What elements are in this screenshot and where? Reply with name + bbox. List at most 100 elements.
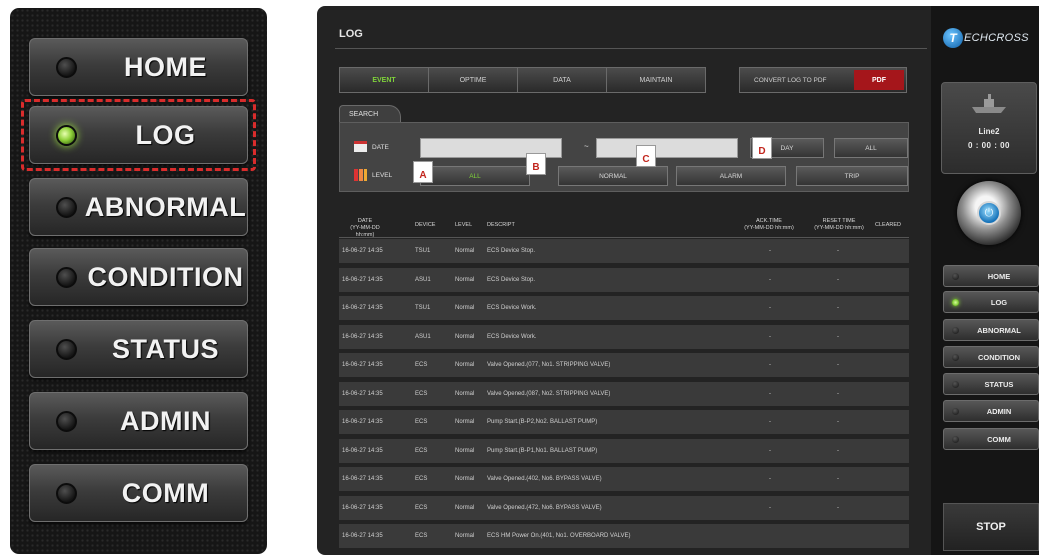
cell-reset-time: - [837,447,839,454]
cell-description: ECS Device Stop. [487,248,536,254]
table-row[interactable]: 16-06-27 14:35 ECS Normal Valve Opened.(402… [339,467,909,493]
cell-ack-time: - [769,504,771,511]
level-normal-button[interactable]: NORMAL [558,166,668,186]
column-cleared: CLEARED [875,222,901,228]
status-led-icon [56,339,77,360]
cell-reset-time: - [837,333,839,340]
cell-date: 16-06-27 14:35 [342,305,383,311]
sidebar-abnormal-button[interactable]: ABNORMAL [943,319,1039,341]
table-row[interactable]: 16-06-27 14:35 ECS Normal Pump Start.(B-P2,… [339,410,909,436]
sidebar-button-label: HOME [987,271,1011,281]
logo-mark-icon: T [943,28,963,48]
tab-data[interactable]: DATA [517,67,607,93]
cell-date: 16-06-27 14:35 [342,333,383,340]
cell-description: ECS Device Work. [487,305,537,311]
abnormal-button-label: ABNORMAL [84,191,247,222]
column-level: LEVEL [455,222,473,228]
status-led-icon [952,408,959,415]
line-name: Line2 [978,127,1000,136]
power-button[interactable]: ⏻ [957,181,1021,245]
cell-date: 16-06-27 14:35 [342,419,383,425]
sidebar-log-button[interactable]: LOG [943,291,1039,313]
cell-reset-time: - [837,276,839,283]
level-all-button[interactable]: ALL [420,166,530,186]
all-dates-button[interactable]: ALL [834,138,908,158]
cell-description: Pump Start.(B-P2,No2. BALLAST PUMP) [487,419,598,425]
table-row[interactable]: 16-06-27 14:35 ECS Normal Valve Opened.(472… [339,495,909,522]
table-row[interactable]: 16-06-27 14:35 ASU1 Normal ECS Device Stop.… [339,267,909,294]
status-led-icon [952,327,959,334]
search-tab[interactable]: SEARCH [339,105,401,123]
cell-date: 16-06-27 14:35 [342,476,383,482]
cell-date: 16-06-27 14:35 [342,362,383,368]
cell-ack-time: - [769,476,771,482]
marker-a: A [413,161,433,183]
line-status-panel: Line2 0 : 00 : 00 [941,82,1037,174]
cell-ack-time: - [769,333,771,340]
cell-description: Valve Opened.(402, No6. BYPASS VALVE) [487,476,602,482]
cell-ack-time: - [769,419,771,425]
status-led-icon [56,267,77,288]
zoomed-nav-panel: HOME LOG ABNORMAL CONDITION STATUS ADMIN… [10,8,267,554]
table-row[interactable]: 16-06-27 14:35 TSU1 Normal ECS Device Stop.… [339,239,909,265]
cell-reset-time: - [837,476,839,482]
cell-level: Normal [455,333,475,340]
table-row[interactable]: 16-06-27 14:35 TSU1 Normal ECS Device Work.… [339,296,909,322]
cell-reset-time: - [837,504,839,511]
right-sidebar: T ECHCROSS Line2 0 : 00 : 00 ⏻ HOME LOG AB… [931,6,1039,555]
sidebar-comm-button[interactable]: COMM [943,428,1039,450]
cell-reset-time: - [837,419,839,425]
marker-c: C [636,145,656,167]
cell-device: ECS [415,533,428,539]
level-trip-button[interactable]: TRIP [796,166,908,186]
ship-icon [972,94,1006,113]
cell-ack-time: - [769,305,771,311]
status-led-icon [952,436,959,443]
column-reset-time-label: RESET TIME [822,218,856,224]
log-button[interactable]: LOG [21,99,256,171]
convert-log-to-pdf-button[interactable]: CONVERT LOG TO PDF PDF [739,67,907,93]
stop-button[interactable]: STOP [943,503,1039,551]
end-date-field[interactable] [596,138,738,158]
table-row[interactable]: 16-06-27 14:35 ECS Normal Valve Opened.(087… [339,381,909,408]
cell-level: Normal [455,533,475,539]
cell-ack-time: - [769,248,771,254]
tab-optime[interactable]: OPTIME [428,67,518,93]
condition-button[interactable]: CONDITION [29,248,248,306]
home-button[interactable]: HOME [29,38,248,96]
cell-device: ECS [415,390,428,397]
cell-reset-time: - [837,362,839,368]
marker-b: B [526,153,546,175]
line-timer: 0 : 00 : 00 [968,141,1010,150]
table-row[interactable]: 16-06-27 14:35 ECS Normal Valve Opened.(077… [339,353,909,379]
level-alarm-button[interactable]: ALARM [676,166,786,186]
status-button[interactable]: STATUS [29,320,248,378]
comm-button[interactable]: COMM [29,464,248,522]
marker-d: D [752,137,772,159]
abnormal-button[interactable]: ABNORMAL [29,178,248,236]
comm-button-label: COMM [121,477,210,508]
sidebar-button-label: ABNORMAL [977,325,1021,335]
cell-description: ECS Device Work. [487,333,537,340]
sidebar-status-button[interactable]: STATUS [943,373,1039,395]
page-title: LOG [339,28,363,40]
table-row[interactable]: 16-06-27 14:35 ECS Normal Pump Start.(B-P1,… [339,438,909,465]
cell-ack-time: - [769,390,771,397]
pdf-icon: PDF [854,70,904,90]
cell-ack-time: - [769,362,771,368]
column-date-label: DATE [357,218,373,224]
table-row[interactable]: 16-06-27 14:35 ECS Normal ECS HM Power On.(… [339,524,909,550]
sidebar-admin-button[interactable]: ADMIN [943,400,1039,422]
tab-maintain[interactable]: MAINTAIN [606,67,706,93]
pdf-label: PDF [872,76,886,84]
table-row[interactable]: 16-06-27 14:35 ASU1 Normal ECS Device Work.… [339,324,909,351]
admin-button[interactable]: ADMIN [29,392,248,450]
column-ack-time: ACK.TIME (YY-MM-DD hh:mm) [737,218,801,232]
sidebar-home-button[interactable]: HOME [943,265,1039,287]
tab-event[interactable]: EVENT [339,67,429,93]
column-ack-time-label: ACK.TIME [756,218,782,224]
sidebar-condition-button[interactable]: CONDITION [943,346,1039,368]
cell-description: Valve Opened.(077, No1. STRIPPING VALVE) [487,362,611,368]
cell-level: Normal [455,305,475,311]
logo-text: ECHCROSS [964,32,1029,44]
